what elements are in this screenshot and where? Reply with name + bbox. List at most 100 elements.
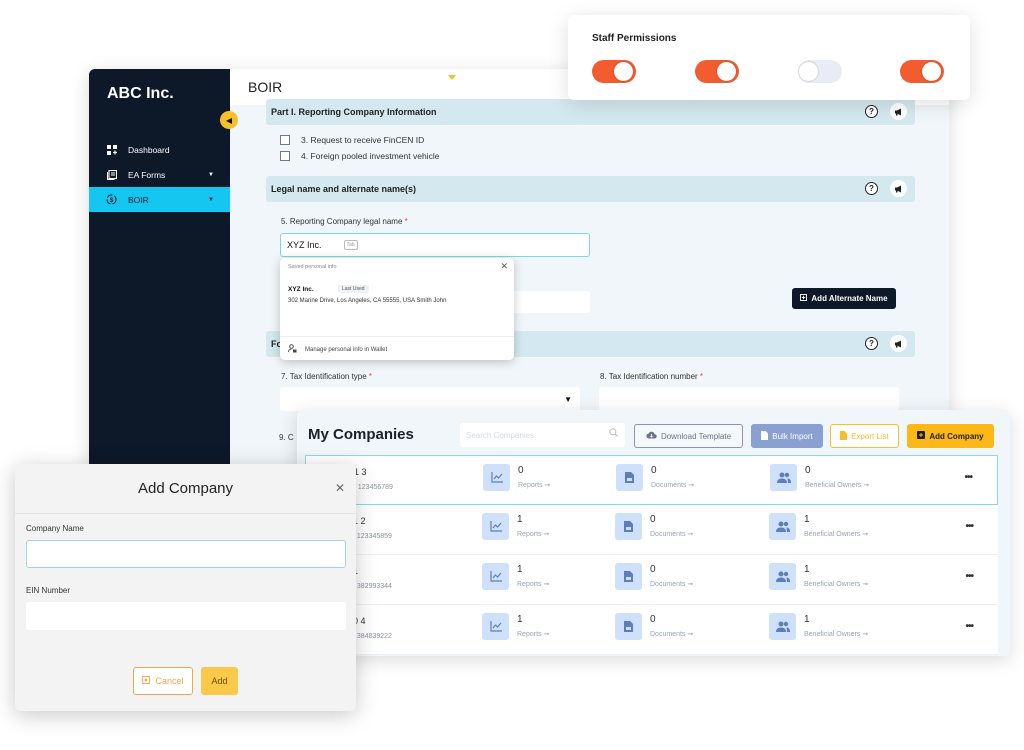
- documents-link[interactable]: Documents ➞: [650, 530, 693, 538]
- add-alternate-name-button[interactable]: Add Alternate Name: [792, 288, 896, 309]
- permission-toggle-2[interactable]: [695, 60, 739, 83]
- sidebar-item-boir[interactable]: $ BOIR ▼: [89, 187, 230, 212]
- owners-stat[interactable]: 1 Beneficial Owners ➞: [769, 563, 868, 590]
- documents-stat[interactable]: 0 Documents ➞: [616, 464, 694, 491]
- search-icon: [609, 428, 618, 439]
- company-row[interactable]: 1 : 382993344 1 Reports ➞ 0 Documents ➞ 1 B…: [305, 555, 998, 605]
- ein-input[interactable]: [26, 602, 346, 630]
- owners-link[interactable]: Beneficial Owners ➞: [804, 580, 868, 588]
- company-row[interactable]: 1 3 : 123456789 0 Reports ➞ 0 Documents ➞ …: [305, 455, 998, 505]
- reports-count: 1: [517, 514, 523, 525]
- company-name-label: Company Name: [26, 524, 84, 533]
- more-options-icon[interactable]: •••: [964, 472, 972, 483]
- documents-link[interactable]: Documents ➞: [650, 630, 693, 638]
- autofill-address: 302 Marine Drive, Los Angeles, CA 55555,…: [288, 298, 447, 304]
- add-company-button[interactable]: Add Company: [907, 424, 994, 448]
- sidebar-item-label: EA Forms: [128, 169, 166, 180]
- documents-stat[interactable]: 0 Documents ➞: [615, 513, 693, 540]
- ein-label: EIN Number: [26, 586, 71, 595]
- cloud-download-icon: [646, 431, 657, 441]
- tax-type-select[interactable]: ▼: [280, 387, 580, 411]
- reports-link[interactable]: Reports ➞: [518, 481, 550, 489]
- megaphone-icon[interactable]: [890, 180, 907, 197]
- caret-down-icon: ▼: [564, 394, 572, 404]
- toggle-knob: [799, 62, 818, 81]
- cancel-button[interactable]: Cancel: [133, 667, 193, 695]
- company-ein: : 123345859: [353, 533, 392, 540]
- company-row[interactable]: 1 2 : 123345859 1 Reports ➞ 0 Documents ➞ …: [305, 505, 998, 555]
- manage-wallet-link[interactable]: Manage personal info in Wallet: [288, 344, 387, 355]
- document-icon: [615, 613, 642, 640]
- reports-link[interactable]: Reports ➞: [517, 630, 549, 638]
- owners-count: 1: [804, 564, 810, 575]
- help-icon[interactable]: ?: [865, 337, 878, 350]
- tax-number-input[interactable]: [599, 387, 899, 411]
- bulk-import-button[interactable]: Bulk Import: [751, 424, 823, 448]
- reports-count: 1: [517, 614, 523, 625]
- modal-title: Add Company: [137, 480, 234, 497]
- legal-name-input[interactable]: XYZ Inc. Tab: [280, 233, 590, 257]
- company-ein: : 382993344: [353, 583, 392, 590]
- reports-stat[interactable]: 1 Reports ➞: [482, 613, 549, 640]
- reports-link[interactable]: Reports ➞: [517, 530, 549, 538]
- close-icon[interactable]: ✕: [335, 481, 345, 495]
- more-options-icon[interactable]: •••: [965, 571, 973, 582]
- divider: [280, 336, 514, 337]
- permission-toggle-4[interactable]: [900, 60, 944, 83]
- reports-stat[interactable]: 1 Reports ➞: [482, 513, 549, 540]
- checkbox-foreign-pooled[interactable]: 4. Foreign pooled investment vehicle: [280, 151, 439, 161]
- owners-link[interactable]: Beneficial Owners ➞: [805, 481, 869, 489]
- document-icon: [615, 563, 642, 590]
- reports-count: 1: [517, 564, 523, 575]
- documents-link[interactable]: Documents ➞: [651, 481, 694, 489]
- documents-stat[interactable]: 0 Documents ➞: [615, 613, 693, 640]
- toggle-knob: [922, 62, 941, 81]
- checkbox[interactable]: [280, 151, 290, 161]
- autofill-popup: Saved personal info ✕ XYZ Inc. Last Used…: [280, 258, 514, 360]
- sidebar-nav: Dashboard EA Forms ▼ $ BOIR ▼: [89, 137, 230, 212]
- download-template-button[interactable]: Download Template: [634, 424, 743, 448]
- more-options-icon[interactable]: •••: [965, 521, 973, 532]
- sidebar-item-dashboard[interactable]: Dashboard: [89, 137, 230, 162]
- brand-name: ABC Inc.: [107, 85, 174, 102]
- tax-number-label: 8. Tax Identification number *: [600, 372, 704, 381]
- owners-link[interactable]: Beneficial Owners ➞: [804, 630, 868, 638]
- more-options-icon[interactable]: •••: [965, 621, 973, 632]
- permission-toggle-3[interactable]: [798, 60, 842, 83]
- reports-stat[interactable]: 1 Reports ➞: [482, 563, 549, 590]
- checkbox[interactable]: [280, 135, 290, 145]
- documents-stat[interactable]: 0 Documents ➞: [615, 563, 693, 590]
- reports-link[interactable]: Reports ➞: [517, 580, 549, 588]
- permission-toggle-1[interactable]: [592, 60, 636, 83]
- owners-stat[interactable]: 1 Beneficial Owners ➞: [769, 513, 868, 540]
- caret-down-indicator-icon: [448, 75, 456, 80]
- documents-count: 0: [651, 465, 657, 476]
- megaphone-icon[interactable]: [890, 335, 907, 352]
- documents-link[interactable]: Documents ➞: [650, 580, 693, 588]
- help-icon[interactable]: ?: [865, 105, 878, 118]
- close-icon[interactable]: ✕: [500, 261, 508, 272]
- chart-line-icon: [483, 464, 510, 491]
- owners-stat[interactable]: 0 Beneficial Owners ➞: [770, 464, 869, 491]
- megaphone-icon[interactable]: [890, 103, 907, 120]
- sidebar-item-label: Dashboard: [128, 144, 170, 155]
- owners-stat[interactable]: 1 Beneficial Owners ➞: [769, 613, 868, 640]
- checkbox-label: 4. Foreign pooled investment vehicle: [301, 151, 440, 161]
- legal-name-label: 5. Reporting Company legal name *: [281, 217, 408, 226]
- add-button[interactable]: Add: [201, 667, 238, 695]
- chart-line-icon: [482, 563, 509, 590]
- company-row[interactable]: 0 4 : 384839222 1 Reports ➞ 0 Documents ➞ …: [305, 605, 998, 655]
- export-list-button[interactable]: Export List: [830, 424, 899, 448]
- search-placeholder: Search Companies: [466, 430, 535, 440]
- owners-link[interactable]: Beneficial Owners ➞: [804, 530, 868, 538]
- company-name-input[interactable]: [26, 540, 346, 568]
- help-icon[interactable]: ?: [865, 182, 878, 195]
- search-companies-input[interactable]: Search Companies: [460, 423, 625, 447]
- caret-down-icon: ▼: [208, 171, 214, 178]
- collapse-sidebar-button[interactable]: ◀: [220, 111, 238, 129]
- sidebar-item-ea-forms[interactable]: EA Forms ▼: [89, 162, 230, 187]
- caret-down-icon: ▼: [208, 196, 214, 203]
- reports-stat[interactable]: 0 Reports ➞: [483, 464, 550, 491]
- dashboard-grid-icon: [106, 144, 117, 155]
- checkbox-fincen-id[interactable]: 3. Request to receive FinCEN ID: [280, 135, 424, 145]
